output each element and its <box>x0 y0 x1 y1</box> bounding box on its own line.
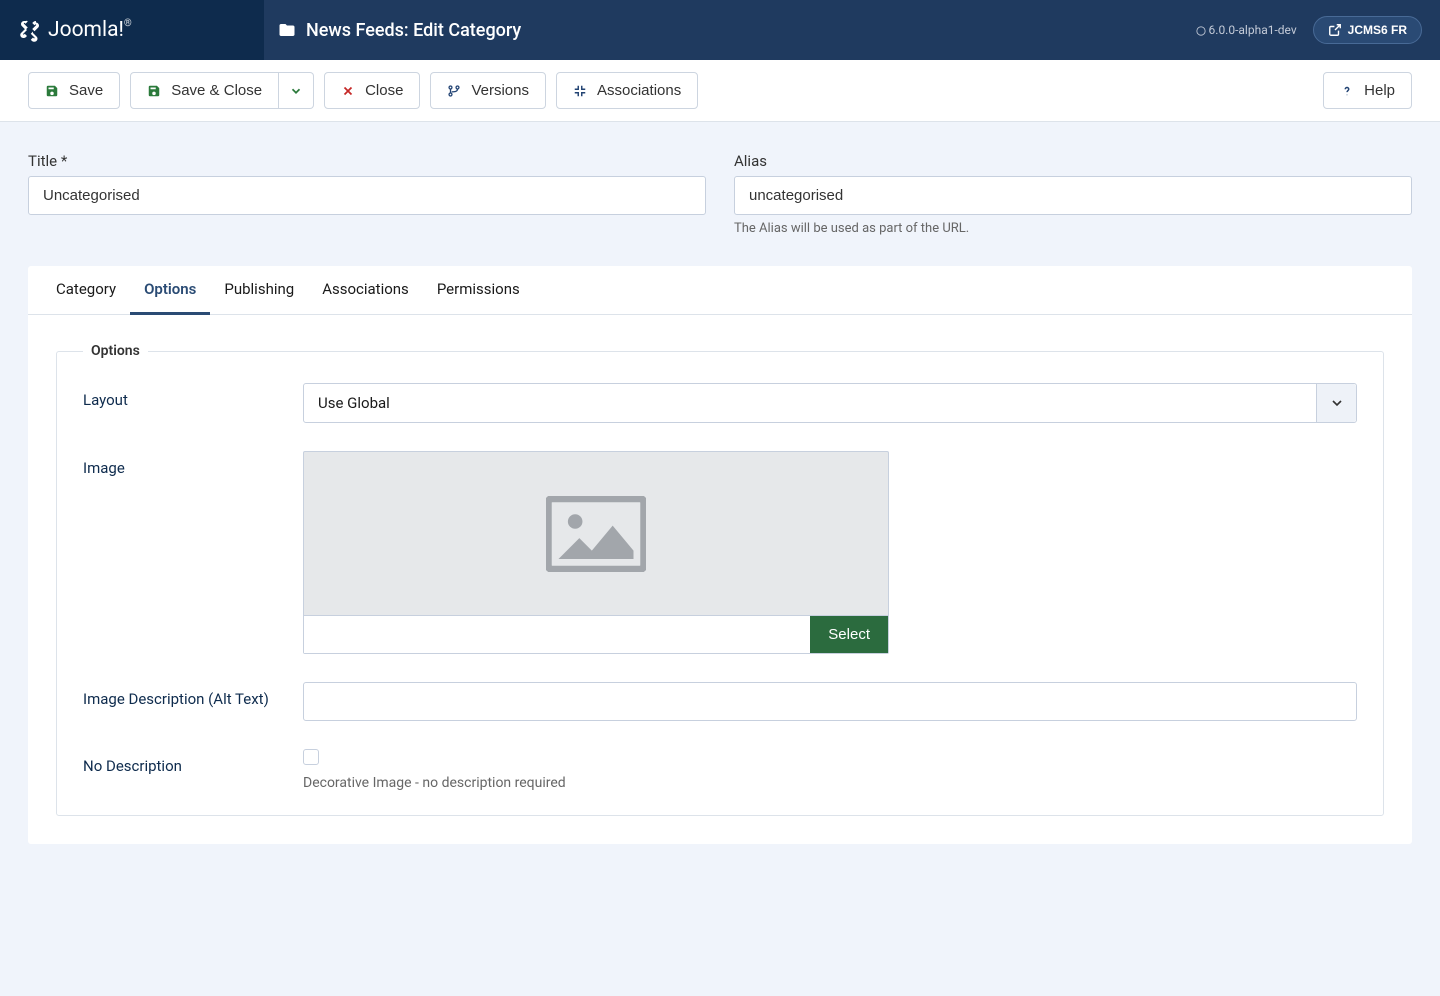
image-label: Image <box>83 451 303 654</box>
tab-permissions[interactable]: Permissions <box>423 266 534 314</box>
version-label: 6.0.0-alpha1-dev <box>1196 23 1297 37</box>
site-link-button[interactable]: JCMS6 FR <box>1313 16 1422 44</box>
contract-icon <box>573 84 587 98</box>
versions-button[interactable]: Versions <box>430 72 546 109</box>
save-button[interactable]: Save <box>28 72 120 109</box>
page-title: News Feeds: Edit Category <box>264 20 521 41</box>
image-path-input[interactable] <box>304 616 810 653</box>
layout-select[interactable]: Use Global <box>303 383 1357 423</box>
alias-field: Alias The Alias will be used as part of … <box>734 152 1412 236</box>
title-label: Title * <box>28 152 706 170</box>
save-icon <box>147 84 161 98</box>
close-icon <box>341 84 355 98</box>
help-button[interactable]: Help <box>1323 72 1412 109</box>
brand-text: Joomla!® <box>48 18 132 42</box>
options-panel: Options Layout Use Global Image <box>28 315 1412 844</box>
image-picker: Select <box>303 451 889 654</box>
branch-icon <box>447 84 461 98</box>
close-button[interactable]: Close <box>324 72 420 109</box>
joomla-mini-icon <box>1196 26 1206 36</box>
layout-label: Layout <box>83 383 303 423</box>
alt-text-label: Image Description (Alt Text) <box>83 682 303 721</box>
associations-button[interactable]: Associations <box>556 72 698 109</box>
chevron-down-icon <box>1316 384 1356 422</box>
image-placeholder-icon <box>546 496 646 572</box>
image-select-button[interactable]: Select <box>810 616 888 653</box>
options-legend: Options <box>83 343 148 359</box>
tab-category[interactable]: Category <box>42 266 130 314</box>
tabs-container: Category Options Publishing Associations… <box>28 266 1412 844</box>
alias-input[interactable] <box>734 176 1412 215</box>
save-dropdown-button[interactable] <box>279 72 314 109</box>
alias-hint: The Alias will be used as part of the UR… <box>734 221 1412 236</box>
logo-section[interactable]: Joomla!® <box>0 0 264 60</box>
no-description-label: No Description <box>83 749 303 791</box>
save-icon <box>45 84 59 98</box>
image-preview <box>303 451 889 615</box>
toolbar: Save Save & Close Close Versions Associa… <box>0 60 1440 122</box>
tab-options[interactable]: Options <box>130 266 210 315</box>
title-input[interactable] <box>28 176 706 215</box>
help-icon <box>1340 84 1354 98</box>
joomla-icon <box>18 18 42 42</box>
no-description-hint: Decorative Image - no description requir… <box>303 775 1357 791</box>
save-close-button[interactable]: Save & Close <box>130 72 279 109</box>
tab-publishing[interactable]: Publishing <box>210 266 308 314</box>
title-field: Title * <box>28 152 706 236</box>
no-description-checkbox[interactable] <box>303 749 319 765</box>
options-fieldset: Options Layout Use Global Image <box>56 343 1384 816</box>
app-header: Joomla!® News Feeds: Edit Category 6.0.0… <box>0 0 1440 60</box>
form-body: Title * Alias The Alias will be used as … <box>0 122 1440 874</box>
alias-label: Alias <box>734 152 1412 170</box>
chevron-down-icon <box>289 84 303 98</box>
folder-icon <box>278 21 296 39</box>
tabs: Category Options Publishing Associations… <box>28 266 1412 315</box>
external-link-icon <box>1328 23 1342 37</box>
tab-associations[interactable]: Associations <box>308 266 423 314</box>
alt-text-input[interactable] <box>303 682 1357 721</box>
